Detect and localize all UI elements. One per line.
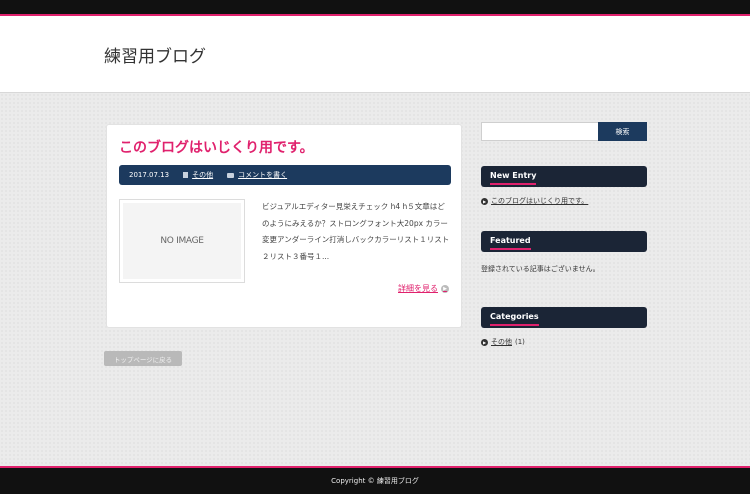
category-count: (1): [515, 338, 525, 346]
post-card: このブログはいじくり用です。 2017.07.13 その他 コメントを書く NO…: [106, 124, 462, 328]
post-thumbnail[interactable]: NO IMAGE: [119, 199, 245, 283]
category-item: ▶ その他 (1): [481, 337, 525, 347]
widget-heading-featured: Featured: [481, 231, 647, 252]
new-entry-item: ▶ このブログはいじくり用です。: [481, 196, 588, 206]
chevron-right-icon: ▶: [441, 284, 449, 293]
post-category: その他: [183, 170, 213, 180]
chevron-right-icon: ▶: [481, 338, 488, 346]
post-meta-bar: 2017.07.13 その他 コメントを書く: [119, 165, 451, 185]
post-excerpt: ビジュアルエディター見栄えチェック h4 h５文章はどのようにみえるか？ストロン…: [262, 202, 450, 261]
site-title-link[interactable]: 練習用ブログ: [104, 42, 206, 67]
featured-empty-text: 登録されている記事はございません。: [481, 265, 600, 273]
top-bar: [0, 0, 750, 16]
copyright-text: Copyright © 練習用ブログ: [331, 477, 419, 485]
document-icon: [183, 172, 189, 178]
chevron-right-icon: ▶: [481, 197, 488, 205]
read-more-label: 詳細を見る: [398, 284, 438, 293]
widget-heading-new-entry: New Entry: [481, 166, 647, 187]
back-to-top-page-button[interactable]: トップページに戻る: [104, 351, 182, 366]
search-button[interactable]: 検索: [598, 122, 647, 141]
read-more-link[interactable]: 詳細を見る ▶: [398, 283, 449, 294]
widget-heading-categories: Categories: [481, 307, 647, 328]
site-header: 練習用ブログ: [0, 16, 750, 93]
post-date: 2017.07.13: [129, 171, 170, 179]
search-input[interactable]: [481, 122, 599, 141]
site-footer: Copyright © 練習用ブログ: [0, 466, 750, 494]
category-link[interactable]: その他: [192, 170, 213, 180]
post-title-link[interactable]: このブログはいじくり用です。: [119, 137, 314, 157]
comment-icon: [227, 172, 235, 178]
category-item-link[interactable]: その他: [491, 337, 512, 347]
comment-link[interactable]: コメントを書く: [238, 170, 287, 180]
new-entry-link[interactable]: このブログはいじくり用です。: [491, 196, 588, 206]
post-comment: コメントを書く: [227, 170, 287, 180]
no-image-placeholder: NO IMAGE: [123, 203, 241, 279]
